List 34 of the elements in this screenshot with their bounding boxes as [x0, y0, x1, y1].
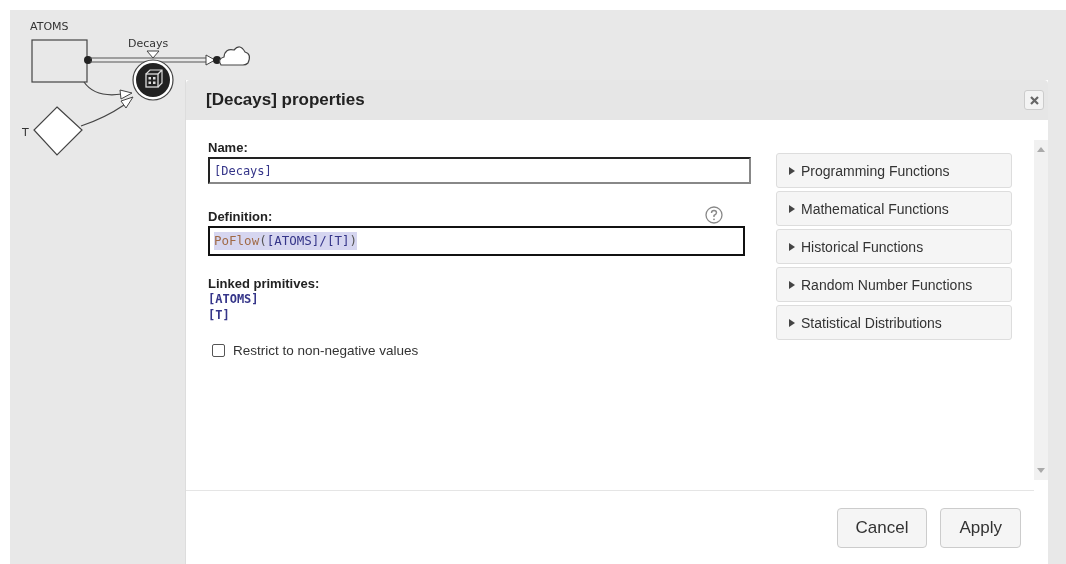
flow-label: Decays — [128, 37, 169, 50]
variable-diamond[interactable] — [33, 106, 83, 156]
cloud-icon — [218, 46, 251, 66]
link-arrow[interactable] — [83, 81, 133, 100]
link-arrow[interactable] — [80, 96, 134, 127]
linked-primitive: [T] — [208, 307, 230, 323]
caret-icon — [789, 166, 795, 175]
close-button[interactable] — [1024, 90, 1044, 110]
function-group-button[interactable]: Historical Functions — [776, 229, 1012, 264]
help-icon[interactable] — [705, 206, 723, 224]
variable-label: T — [22, 126, 29, 139]
function-group-button[interactable]: Random Number Functions — [776, 267, 1012, 302]
caret-icon — [789, 242, 795, 251]
linked-primitive: [ATOMS] — [208, 291, 259, 307]
function-group-button[interactable]: Programming Functions — [776, 153, 1012, 188]
restrict-checkbox[interactable] — [212, 344, 225, 357]
dialog-button[interactable]: Cancel — [836, 507, 928, 548]
definition-label: Definition: — [208, 209, 273, 224]
function-group-button[interactable]: Statistical Distributions — [776, 305, 1012, 340]
stock-label: ATOMS — [30, 20, 69, 33]
name-field[interactable]: [Decays] — [208, 157, 751, 184]
name-label: Name: — [208, 140, 249, 155]
dialog-title: [Decays] properties — [206, 90, 365, 110]
restrict-label: Restrict to non-negative values — [233, 343, 419, 358]
dialog-button[interactable]: Apply — [940, 507, 1021, 548]
linked-primitives-label: Linked primitives: — [208, 276, 321, 291]
close-icon — [1029, 95, 1039, 105]
converter-circle[interactable] — [132, 59, 174, 101]
flow-pipe[interactable] — [84, 54, 216, 66]
caret-icon — [789, 204, 795, 213]
caret-icon — [789, 280, 795, 289]
function-group-button[interactable]: Mathematical Functions — [776, 191, 1012, 226]
caret-icon — [789, 318, 795, 327]
definition-field[interactable]: PoFlow([ATOMS]/[T]) — [208, 226, 745, 256]
